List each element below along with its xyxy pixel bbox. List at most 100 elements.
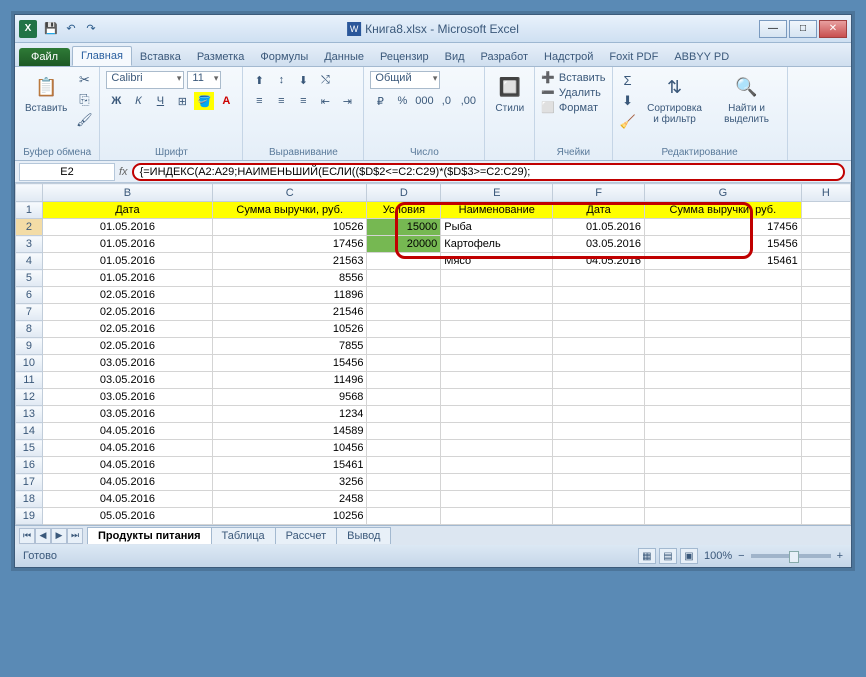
cell[interactable]: 03.05.2016: [553, 236, 645, 253]
cell[interactable]: 04.05.2016: [42, 491, 212, 508]
header-cell[interactable]: [801, 202, 850, 219]
cell[interactable]: 11896: [212, 287, 366, 304]
cell[interactable]: [645, 508, 802, 525]
cell[interactable]: [645, 338, 802, 355]
cell[interactable]: 15461: [645, 253, 802, 270]
select-all-corner[interactable]: [16, 184, 43, 202]
col-header-H[interactable]: H: [801, 184, 850, 202]
sheet-tab-1[interactable]: Таблица: [211, 527, 276, 544]
cell[interactable]: [367, 423, 441, 440]
col-header-E[interactable]: E: [441, 184, 553, 202]
cell[interactable]: 10526: [212, 321, 366, 338]
cell[interactable]: [645, 474, 802, 491]
cell[interactable]: 8556: [212, 270, 366, 287]
sort-filter-button[interactable]: ⇅ Сортировка и фильтр: [641, 71, 709, 127]
comma-icon[interactable]: 000: [414, 92, 434, 110]
row-header[interactable]: 4: [16, 253, 43, 270]
row-header[interactable]: 13: [16, 406, 43, 423]
tab-layout[interactable]: Разметка: [189, 48, 253, 66]
row-header[interactable]: 15: [16, 440, 43, 457]
cell[interactable]: [441, 270, 553, 287]
cell[interactable]: [441, 440, 553, 457]
cell[interactable]: [645, 355, 802, 372]
row-header[interactable]: 1: [16, 202, 43, 219]
cell[interactable]: [553, 491, 645, 508]
italic-button[interactable]: К: [128, 92, 148, 110]
cell[interactable]: [367, 321, 441, 338]
fill-icon[interactable]: ⬇: [619, 92, 637, 110]
cell[interactable]: [801, 253, 850, 270]
cell[interactable]: [801, 338, 850, 355]
row-header[interactable]: 19: [16, 508, 43, 525]
cell[interactable]: [441, 474, 553, 491]
cell[interactable]: [367, 338, 441, 355]
cell[interactable]: [553, 355, 645, 372]
cell[interactable]: 15461: [212, 457, 366, 474]
dec-dec-icon[interactable]: ,00: [458, 92, 478, 110]
cell[interactable]: [645, 287, 802, 304]
cell[interactable]: [645, 457, 802, 474]
cell[interactable]: 01.05.2016: [42, 219, 212, 236]
row-header[interactable]: 10: [16, 355, 43, 372]
cell[interactable]: 02.05.2016: [42, 321, 212, 338]
align-left-icon[interactable]: ≡: [249, 92, 269, 110]
cell[interactable]: 17456: [212, 236, 366, 253]
number-format-combo[interactable]: Общий: [370, 71, 440, 89]
paste-button[interactable]: 📋 Вставить: [21, 71, 71, 116]
cell[interactable]: [645, 321, 802, 338]
row-header[interactable]: 6: [16, 287, 43, 304]
cell[interactable]: [645, 440, 802, 457]
cell[interactable]: 01.05.2016: [42, 270, 212, 287]
cell[interactable]: 02.05.2016: [42, 338, 212, 355]
sheet-tab-2[interactable]: Рассчет: [275, 527, 338, 544]
cut-icon[interactable]: ✂: [75, 71, 93, 89]
sheet-first-icon[interactable]: ⏮: [19, 528, 35, 544]
row-header[interactable]: 17: [16, 474, 43, 491]
cell[interactable]: [801, 355, 850, 372]
zoom-out-button[interactable]: −: [738, 550, 744, 562]
cell[interactable]: 1234: [212, 406, 366, 423]
cell[interactable]: [367, 457, 441, 474]
cell[interactable]: [801, 287, 850, 304]
align-right-icon[interactable]: ≡: [293, 92, 313, 110]
font-size-combo[interactable]: 11: [187, 71, 221, 89]
row-header[interactable]: 14: [16, 423, 43, 440]
header-cell[interactable]: Наименование: [441, 202, 553, 219]
row-header[interactable]: 5: [16, 270, 43, 287]
styles-button[interactable]: 🔲 Стили: [491, 71, 528, 116]
cell[interactable]: [801, 491, 850, 508]
cell[interactable]: 2458: [212, 491, 366, 508]
cell[interactable]: [367, 270, 441, 287]
bold-button[interactable]: Ж: [106, 92, 126, 110]
cell[interactable]: 17456: [645, 219, 802, 236]
cell[interactable]: [645, 423, 802, 440]
undo-icon[interactable]: ↶: [63, 21, 79, 37]
autosum-icon[interactable]: Σ: [619, 71, 637, 89]
cell[interactable]: [801, 389, 850, 406]
cell[interactable]: 21546: [212, 304, 366, 321]
cell[interactable]: [441, 304, 553, 321]
cell[interactable]: [553, 304, 645, 321]
cell[interactable]: [441, 287, 553, 304]
cell[interactable]: [367, 474, 441, 491]
row-header[interactable]: 11: [16, 372, 43, 389]
cell[interactable]: Картофель: [441, 236, 553, 253]
cell[interactable]: [553, 440, 645, 457]
cell[interactable]: 14589: [212, 423, 366, 440]
cell[interactable]: 05.05.2016: [42, 508, 212, 525]
row-header[interactable]: 12: [16, 389, 43, 406]
sheet-last-icon[interactable]: ⏭: [67, 528, 83, 544]
align-center-icon[interactable]: ≡: [271, 92, 291, 110]
cell[interactable]: 01.05.2016: [42, 253, 212, 270]
redo-icon[interactable]: ↷: [83, 21, 99, 37]
maximize-button[interactable]: □: [789, 20, 817, 38]
row-header[interactable]: 9: [16, 338, 43, 355]
cell[interactable]: [801, 457, 850, 474]
cell[interactable]: [801, 219, 850, 236]
cell[interactable]: 10526: [212, 219, 366, 236]
cell[interactable]: [645, 491, 802, 508]
header-cell[interactable]: Сумма выручки, руб.: [645, 202, 802, 219]
col-header-G[interactable]: G: [645, 184, 802, 202]
clear-icon[interactable]: 🧹: [619, 113, 637, 131]
cell[interactable]: [801, 270, 850, 287]
